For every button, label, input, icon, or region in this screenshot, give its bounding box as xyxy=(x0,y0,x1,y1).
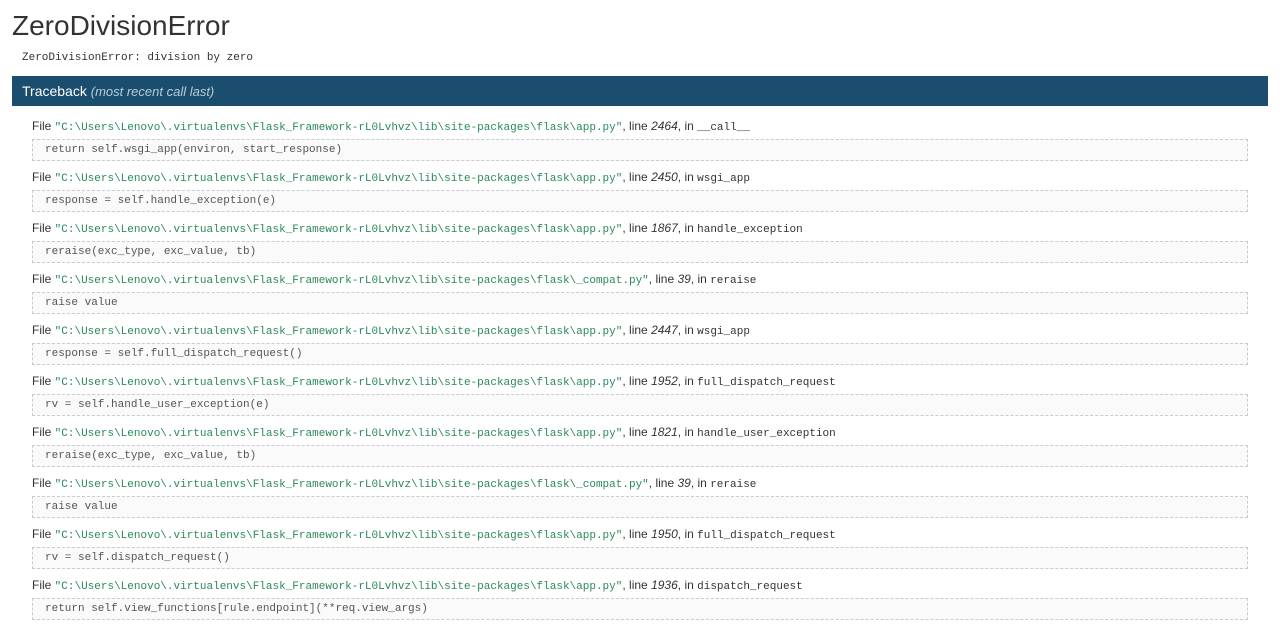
in-label: in xyxy=(684,578,697,592)
traceback-frame[interactable]: File "C:\Users\Lenovo\.virtualenvs\Flask… xyxy=(32,218,1248,263)
traceback-frame[interactable]: File "C:\Users\Lenovo\.virtualenvs\Flask… xyxy=(32,167,1248,212)
line-number: 1952 xyxy=(651,374,678,388)
line-number: 1867 xyxy=(651,221,678,235)
line-number: 1936 xyxy=(651,578,678,592)
frame-code[interactable]: response = self.handle_exception(e) xyxy=(32,190,1248,212)
file-path: "C:\Users\Lenovo\.virtualenvs\Flask_Fram… xyxy=(55,122,623,134)
error-message: ZeroDivisionError: division by zero xyxy=(0,50,1280,76)
traceback-frame[interactable]: File "C:\Users\Lenovo\.virtualenvs\Flask… xyxy=(32,575,1248,620)
file-label: File xyxy=(32,476,55,490)
frame-header[interactable]: File "C:\Users\Lenovo\.virtualenvs\Flask… xyxy=(32,167,1248,188)
frame-header[interactable]: File "C:\Users\Lenovo\.virtualenvs\Flask… xyxy=(32,473,1248,494)
traceback-frame[interactable]: File "C:\Users\Lenovo\.virtualenvs\Flask… xyxy=(32,116,1248,161)
file-path: "C:\Users\Lenovo\.virtualenvs\Flask_Fram… xyxy=(55,530,623,542)
traceback-frame[interactable]: File "C:\Users\Lenovo\.virtualenvs\Flask… xyxy=(32,524,1248,569)
function-name: handle_exception xyxy=(697,224,803,236)
traceback-frame[interactable]: File "C:\Users\Lenovo\.virtualenvs\Flask… xyxy=(32,371,1248,416)
traceback-label: Traceback xyxy=(22,83,87,99)
file-path: "C:\Users\Lenovo\.virtualenvs\Flask_Fram… xyxy=(55,479,649,491)
traceback-header[interactable]: Traceback (most recent call last) xyxy=(12,76,1268,106)
function-name: wsgi_app xyxy=(697,326,750,338)
line-number: 2447 xyxy=(651,323,678,337)
function-name: __call__ xyxy=(697,122,750,134)
line-number: 2450 xyxy=(651,170,678,184)
file-label: File xyxy=(32,425,55,439)
frame-header[interactable]: File "C:\Users\Lenovo\.virtualenvs\Flask… xyxy=(32,524,1248,545)
file-path: "C:\Users\Lenovo\.virtualenvs\Flask_Fram… xyxy=(55,581,623,593)
file-label: File xyxy=(32,272,55,286)
line-label: line xyxy=(629,119,651,133)
file-path: "C:\Users\Lenovo\.virtualenvs\Flask_Fram… xyxy=(55,326,623,338)
frame-code[interactable]: return self.view_functions[rule.endpoint… xyxy=(32,598,1248,620)
frame-header[interactable]: File "C:\Users\Lenovo\.virtualenvs\Flask… xyxy=(32,422,1248,443)
line-label: line xyxy=(629,374,651,388)
error-title: ZeroDivisionError xyxy=(0,0,1280,50)
traceback-frame[interactable]: File "C:\Users\Lenovo\.virtualenvs\Flask… xyxy=(32,473,1248,518)
frame-header[interactable]: File "C:\Users\Lenovo\.virtualenvs\Flask… xyxy=(32,575,1248,596)
line-number: 1950 xyxy=(651,527,678,541)
file-label: File xyxy=(32,323,55,337)
frame-header[interactable]: File "C:\Users\Lenovo\.virtualenvs\Flask… xyxy=(32,218,1248,239)
frame-header[interactable]: File "C:\Users\Lenovo\.virtualenvs\Flask… xyxy=(32,116,1248,137)
in-label: in xyxy=(684,170,697,184)
line-number: 39 xyxy=(677,476,690,490)
in-label: in xyxy=(684,323,697,337)
file-path: "C:\Users\Lenovo\.virtualenvs\Flask_Fram… xyxy=(55,428,623,440)
traceback-frame[interactable]: File "C:\Users\Lenovo\.virtualenvs\Flask… xyxy=(32,320,1248,365)
line-label: line xyxy=(629,170,651,184)
traceback-sublabel: (most recent call last) xyxy=(91,84,215,99)
line-label: line xyxy=(629,323,651,337)
file-label: File xyxy=(32,374,55,388)
frame-header[interactable]: File "C:\Users\Lenovo\.virtualenvs\Flask… xyxy=(32,269,1248,290)
line-label: line xyxy=(655,476,677,490)
in-label: in xyxy=(684,374,697,388)
in-label: in xyxy=(698,476,711,490)
function-name: full_dispatch_request xyxy=(697,530,836,542)
frame-code[interactable]: return self.wsgi_app(environ, start_resp… xyxy=(32,139,1248,161)
file-path: "C:\Users\Lenovo\.virtualenvs\Flask_Fram… xyxy=(55,224,623,236)
function-name: dispatch_request xyxy=(697,581,803,593)
frame-code[interactable]: reraise(exc_type, exc_value, tb) xyxy=(32,445,1248,467)
line-label: line xyxy=(629,425,651,439)
function-name: wsgi_app xyxy=(697,173,750,185)
file-label: File xyxy=(32,119,55,133)
function-name: reraise xyxy=(710,479,756,491)
file-label: File xyxy=(32,578,55,592)
function-name: handle_user_exception xyxy=(697,428,836,440)
function-name: full_dispatch_request xyxy=(697,377,836,389)
in-label: in xyxy=(684,527,697,541)
traceback-body: File "C:\Users\Lenovo\.virtualenvs\Flask… xyxy=(12,106,1268,636)
file-label: File xyxy=(32,527,55,541)
in-label: in xyxy=(684,425,697,439)
in-label: in xyxy=(684,119,697,133)
frame-code[interactable]: reraise(exc_type, exc_value, tb) xyxy=(32,241,1248,263)
file-path: "C:\Users\Lenovo\.virtualenvs\Flask_Fram… xyxy=(55,377,623,389)
line-number: 2464 xyxy=(651,119,678,133)
line-label: line xyxy=(629,527,651,541)
file-path: "C:\Users\Lenovo\.virtualenvs\Flask_Fram… xyxy=(55,275,649,287)
file-label: File xyxy=(32,170,55,184)
in-label: in xyxy=(684,221,697,235)
frame-code[interactable]: rv = self.handle_user_exception(e) xyxy=(32,394,1248,416)
frame-code[interactable]: rv = self.dispatch_request() xyxy=(32,547,1248,569)
frame-code[interactable]: response = self.full_dispatch_request() xyxy=(32,343,1248,365)
frame-header[interactable]: File "C:\Users\Lenovo\.virtualenvs\Flask… xyxy=(32,371,1248,392)
line-label: line xyxy=(629,221,651,235)
traceback-frame[interactable]: File "C:\Users\Lenovo\.virtualenvs\Flask… xyxy=(32,422,1248,467)
frame-header[interactable]: File "C:\Users\Lenovo\.virtualenvs\Flask… xyxy=(32,320,1248,341)
traceback-frame[interactable]: File "C:\Users\Lenovo\.virtualenvs\Flask… xyxy=(32,269,1248,314)
in-label: in xyxy=(698,272,711,286)
file-label: File xyxy=(32,221,55,235)
function-name: reraise xyxy=(710,275,756,287)
line-number: 39 xyxy=(677,272,690,286)
file-path: "C:\Users\Lenovo\.virtualenvs\Flask_Fram… xyxy=(55,173,623,185)
frame-code[interactable]: raise value xyxy=(32,292,1248,314)
line-number: 1821 xyxy=(651,425,678,439)
line-label: line xyxy=(655,272,677,286)
frame-code[interactable]: raise value xyxy=(32,496,1248,518)
line-label: line xyxy=(629,578,651,592)
